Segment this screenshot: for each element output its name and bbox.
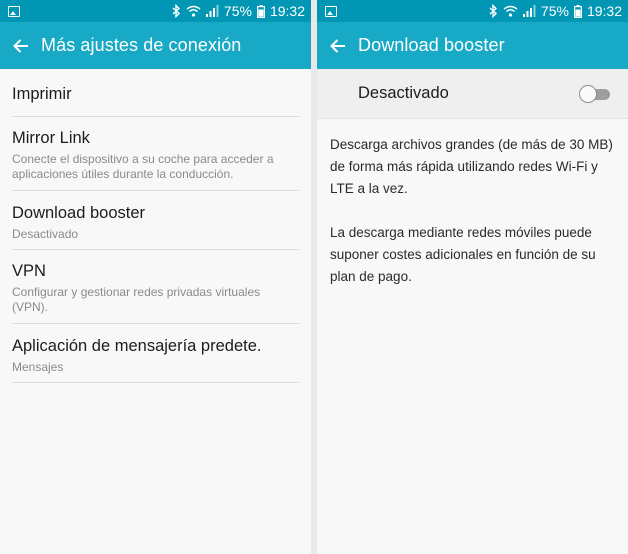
battery-percent: 75% bbox=[540, 3, 569, 19]
list-item-imprimir[interactable]: Imprimir bbox=[12, 69, 299, 117]
status-bar: 75% 19:32 bbox=[0, 0, 311, 22]
toggle-label: Desactivado bbox=[358, 84, 449, 102]
gallery-icon bbox=[8, 5, 20, 17]
battery-icon bbox=[256, 4, 265, 18]
list-item-download-booster[interactable]: Download booster Desactivado bbox=[12, 191, 299, 250]
item-title: Imprimir bbox=[12, 85, 72, 103]
wifi-icon bbox=[503, 5, 518, 17]
description-paragraph: Descarga archivos grandes (de más de 30 … bbox=[330, 137, 613, 196]
description: Descarga archivos grandes (de más de 30 … bbox=[317, 119, 628, 288]
app-bar: Más ajustes de conexión bbox=[0, 22, 311, 69]
back-arrow-icon[interactable] bbox=[10, 35, 32, 57]
page-title: Más ajustes de conexión bbox=[41, 35, 242, 55]
clock: 19:32 bbox=[269, 3, 305, 19]
item-title: VPN bbox=[12, 262, 46, 280]
signal-icon bbox=[522, 5, 536, 17]
left-screen: 75% 19:32 Más ajustes de conexión Imprim… bbox=[0, 0, 311, 554]
description-paragraph: La descarga mediante redes móviles puede… bbox=[330, 225, 596, 284]
page-title: Download booster bbox=[358, 35, 505, 55]
battery-icon bbox=[573, 4, 582, 18]
item-title: Mirror Link bbox=[12, 129, 90, 147]
right-screen: 75% 19:32 Download booster Desactivado D… bbox=[317, 0, 628, 554]
item-subtitle: Desactivado bbox=[12, 227, 79, 241]
item-title: Download booster bbox=[12, 204, 145, 222]
toggle-switch[interactable] bbox=[579, 84, 612, 103]
list-item-vpn[interactable]: VPN Configurar y gestionar redes privada… bbox=[12, 250, 299, 324]
gallery-icon bbox=[325, 5, 337, 17]
back-arrow-icon[interactable] bbox=[327, 35, 349, 57]
settings-list: Imprimir Mirror Link Conecte el disposit… bbox=[0, 69, 311, 383]
app-bar: Download booster bbox=[317, 22, 628, 69]
toggle-knob bbox=[579, 84, 597, 103]
item-subtitle: Configurar y gestionar redes privadas vi… bbox=[12, 285, 261, 314]
bluetooth-icon bbox=[172, 4, 181, 18]
item-subtitle: Mensajes bbox=[12, 360, 64, 374]
download-booster-toggle-row[interactable]: Desactivado bbox=[317, 69, 628, 119]
signal-icon bbox=[205, 5, 219, 17]
item-subtitle: Conecte el dispositivo a su coche para a… bbox=[12, 152, 274, 181]
bluetooth-icon bbox=[489, 4, 498, 18]
status-bar: 75% 19:32 bbox=[317, 0, 628, 22]
list-item-mensajeria[interactable]: Aplicación de mensajería predete. Mensaj… bbox=[12, 324, 299, 383]
list-item-mirror-link[interactable]: Mirror Link Conecte el dispositivo a su … bbox=[12, 117, 299, 191]
clock: 19:32 bbox=[586, 3, 622, 19]
item-title: Aplicación de mensajería predete. bbox=[12, 337, 262, 355]
battery-percent: 75% bbox=[223, 3, 252, 19]
wifi-icon bbox=[186, 5, 201, 17]
